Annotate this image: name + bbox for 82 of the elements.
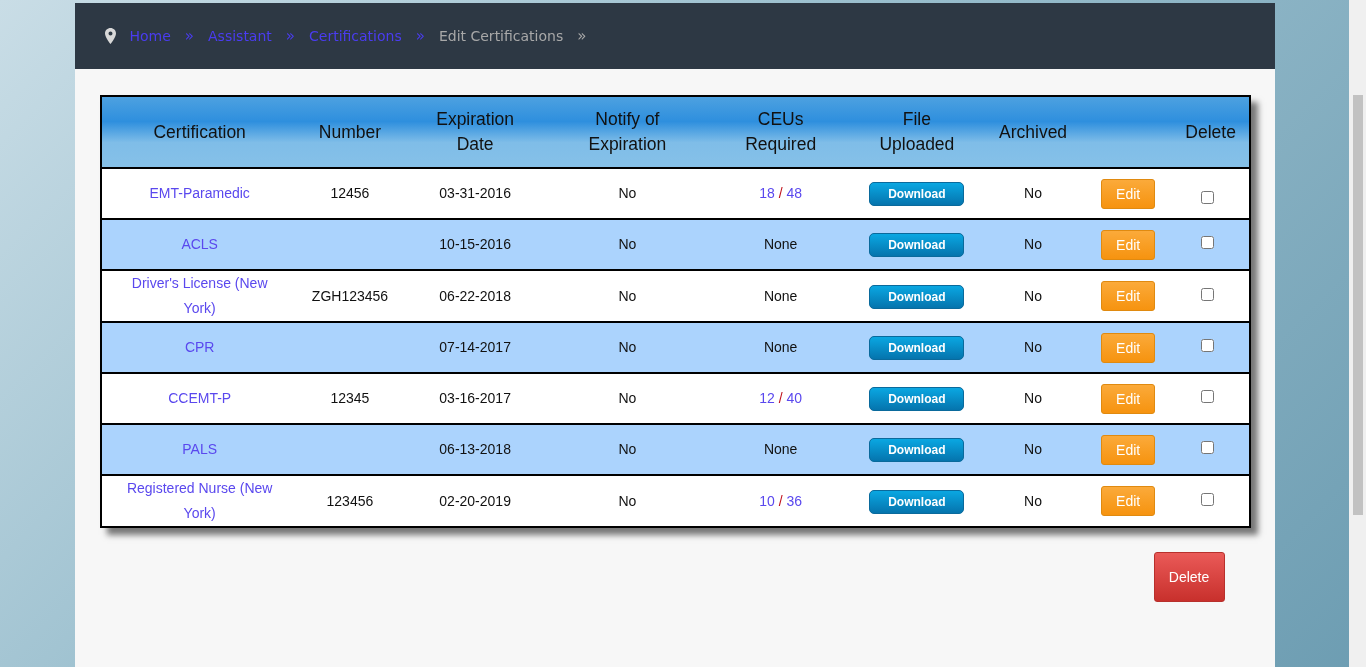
edit-button[interactable]: Edit	[1101, 332, 1156, 363]
table-cell: 10-15-2016	[402, 219, 549, 270]
edit-button[interactable]: Edit	[1101, 434, 1156, 465]
required-link[interactable]: 36	[786, 492, 803, 509]
column-header: Archived	[978, 96, 1088, 168]
table-cell: 06-13-2018	[402, 424, 549, 475]
table-cell: ZGH123456	[297, 270, 402, 322]
table-cell: No	[548, 168, 707, 219]
breadcrumb-separator: »	[184, 27, 195, 45]
completed-link[interactable]: 10	[759, 492, 775, 509]
certification-link[interactable]: PALS	[182, 437, 218, 462]
table-cell: No	[978, 270, 1088, 322]
download-button[interactable]: Download	[869, 336, 965, 360]
download-button[interactable]: Download	[869, 284, 965, 309]
edit-button[interactable]: Edit	[1101, 229, 1156, 260]
certification-link[interactable]: EMT-Paramedic	[149, 181, 250, 206]
certification-link[interactable]: CPR	[184, 335, 215, 360]
ceus-text: None	[763, 339, 798, 355]
column-header: Number	[297, 96, 402, 168]
completed-link[interactable]: 18	[759, 185, 775, 201]
table-cell: No	[548, 322, 707, 373]
edit-button[interactable]: Edit	[1101, 486, 1156, 516]
ceus-text: None	[763, 287, 798, 304]
slash-separator: /	[778, 185, 783, 201]
column-header: Certification	[100, 96, 298, 168]
scrollbar[interactable]	[1349, 0, 1366, 667]
table-cell: 123456	[297, 475, 402, 527]
column-header: Notify of Expiration	[548, 96, 707, 168]
table-cell: 07-14-2017	[402, 322, 549, 373]
slash-separator: /	[778, 390, 783, 406]
table-cell: No	[548, 270, 707, 322]
table-cell: 12345	[297, 373, 402, 424]
slash-separator: /	[778, 492, 783, 509]
download-button[interactable]: Download	[869, 387, 965, 411]
download-button[interactable]: Download	[869, 233, 965, 257]
certification-link[interactable]: ACLS	[181, 232, 218, 257]
breadcrumb-separator: »	[415, 27, 425, 45]
delete-checkbox[interactable]	[1201, 492, 1215, 506]
delete-checkbox[interactable]	[1201, 339, 1215, 352]
map-pin-icon	[104, 28, 116, 44]
breadcrumb-separator: »	[577, 27, 587, 45]
certification-link[interactable]: Driver's License (New York)	[115, 271, 284, 321]
table-cell: 03-31-2016	[402, 168, 549, 219]
edit-button[interactable]: Edit	[1101, 383, 1156, 414]
table-cell: 12456	[297, 168, 402, 219]
table-cell: No	[978, 424, 1088, 475]
ceus-text: None	[763, 441, 798, 457]
column-header: Expiration Date	[402, 96, 549, 168]
table-cell: No	[548, 219, 707, 270]
table-cell: 06-22-2018	[402, 270, 549, 322]
column-header: File Uploaded	[854, 96, 979, 168]
table-cell: No	[978, 168, 1088, 219]
delete-checkbox[interactable]	[1201, 191, 1215, 204]
delete-checkbox[interactable]	[1201, 287, 1215, 301]
table-cell: 02-20-2019	[402, 475, 549, 527]
delete-checkbox[interactable]	[1201, 236, 1215, 249]
current-page-label: Edit Certifications	[438, 28, 564, 44]
table-cell: No	[548, 424, 707, 475]
download-button[interactable]: Download	[869, 489, 965, 514]
ceus-text: None	[763, 236, 798, 252]
required-link[interactable]: 48	[786, 185, 803, 201]
download-button[interactable]: Download	[869, 438, 965, 462]
required-link[interactable]: 40	[786, 390, 803, 406]
delete-checkbox[interactable]	[1201, 441, 1215, 454]
edit-button[interactable]: Edit	[1101, 281, 1156, 311]
column-header: CEUs Required	[706, 96, 855, 168]
table-cell: No	[978, 475, 1088, 527]
breadcrumb-separator: »	[285, 27, 295, 45]
edit-button[interactable]: Edit	[1101, 178, 1156, 209]
table-cell: No	[548, 475, 707, 527]
delete-checkbox[interactable]	[1201, 390, 1215, 403]
table-cell: No	[548, 373, 707, 424]
delete-button[interactable]: Delete	[1153, 552, 1225, 602]
certification-link[interactable]: Registered Nurse (New York)	[115, 476, 284, 526]
table-cell: No	[978, 322, 1088, 373]
completed-link[interactable]: 12	[759, 390, 775, 406]
download-button[interactable]: Download	[869, 182, 965, 206]
certification-link[interactable]: CCEMT-P	[168, 386, 232, 411]
table-cell: 03-16-2017	[402, 373, 549, 424]
column-header: Delete	[1167, 96, 1250, 168]
table-cell: No	[978, 373, 1088, 424]
table-cell: No	[978, 219, 1088, 270]
